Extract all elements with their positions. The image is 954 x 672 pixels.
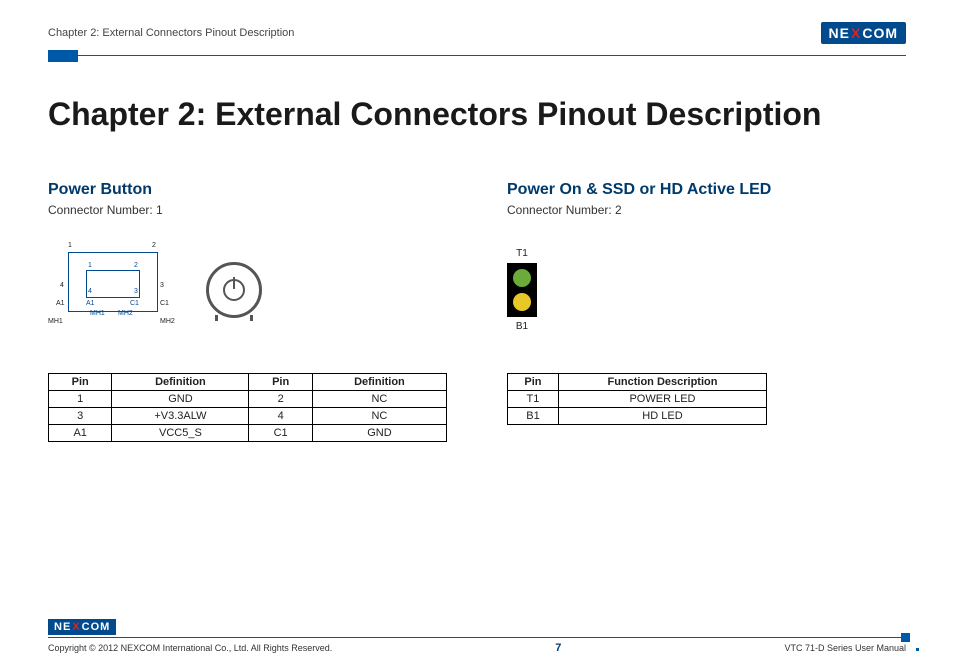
table-row: B1 HD LED [508, 408, 767, 425]
manual-name: VTC 71-D Series User Manual [784, 643, 906, 653]
table-row: 1 GND 2 NC [49, 391, 447, 408]
table-row: T1 POWER LED [508, 391, 767, 408]
hd-led-yellow-icon [513, 293, 531, 311]
table-row: 3 +V3.3ALW 4 NC [49, 408, 447, 425]
power-button-icon [206, 262, 262, 318]
power-button-pinout-diagram: 1 2 4 3 A1 C1 MH1 MH2 1 2 4 3 A1 C1 MH1 … [48, 240, 178, 340]
footer-brand-logo: NEXCOM [48, 619, 116, 635]
connector-number: Connector Number: 2 [507, 203, 906, 217]
section-heading: Power On & SSD or HD Active LED [507, 181, 906, 199]
brand-logo: NEXCOM [821, 22, 906, 44]
page-header: Chapter 2: External Connectors Pinout De… [48, 22, 906, 44]
led-pinout-table: Pin Function Description T1 POWER LED B1… [507, 373, 767, 425]
page-footer: NEXCOM Copyright © 2012 NEXCOM Internati… [48, 617, 906, 654]
led-diagram: T1 B1 [507, 248, 537, 332]
table-row: A1 VCC5_S C1 GND [49, 425, 447, 442]
copyright-text: Copyright © 2012 NEXCOM International Co… [48, 643, 332, 653]
page-number: 7 [555, 642, 561, 654]
section-heading: Power Button [48, 181, 447, 199]
power-symbol-icon [223, 279, 245, 301]
section-power-button: Power Button Connector Number: 1 1 2 4 3… [48, 181, 447, 442]
connector-number: Connector Number: 1 [48, 203, 447, 217]
power-led-green-icon [513, 269, 531, 287]
power-button-pinout-table: Pin Definition Pin Definition 1 GND 2 NC… [48, 373, 447, 442]
breadcrumb: Chapter 2: External Connectors Pinout De… [48, 27, 294, 39]
page-title: Chapter 2: External Connectors Pinout De… [48, 96, 906, 133]
header-rule [48, 50, 906, 62]
section-power-on-led: Power On & SSD or HD Active LED Connecto… [507, 181, 906, 442]
